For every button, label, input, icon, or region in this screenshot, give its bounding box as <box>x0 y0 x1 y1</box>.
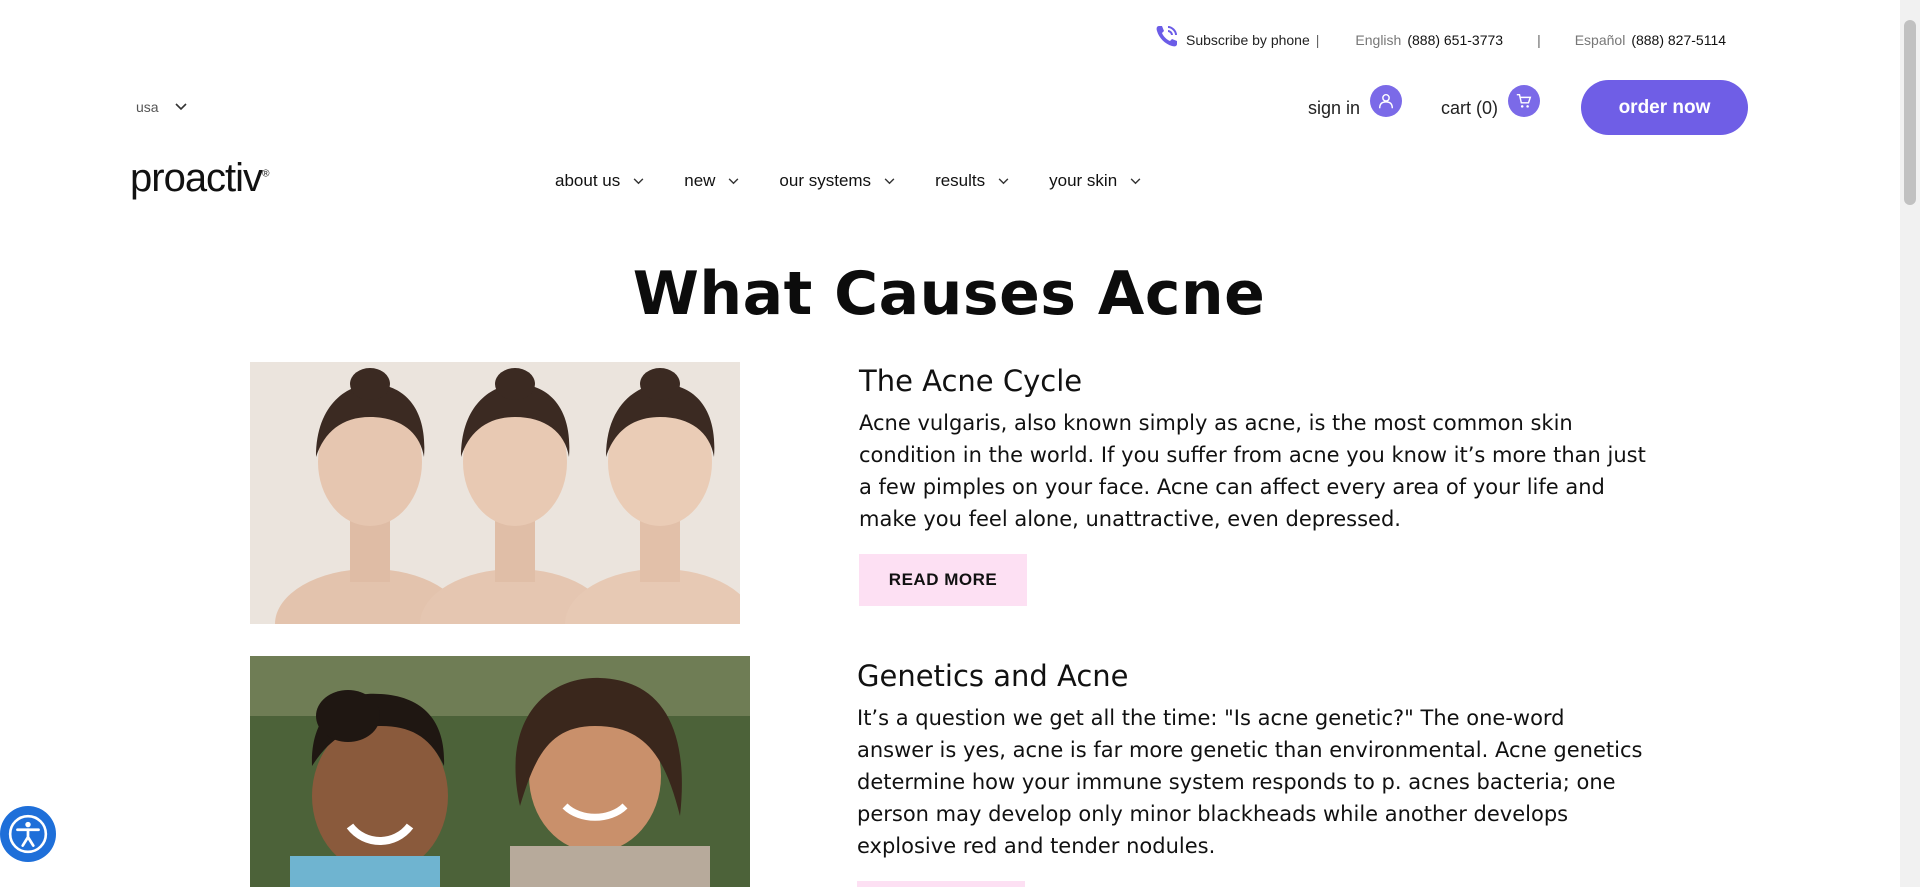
english-phone-link[interactable]: (888) 651-3773 <box>1407 32 1503 48</box>
separator: | <box>1315 32 1320 48</box>
logo[interactable]: proactiv® <box>130 156 270 201</box>
read-more-button[interactable]: READ MORE <box>859 554 1027 606</box>
sign-in-label: sign in <box>1308 97 1361 118</box>
region-selector[interactable]: usa <box>136 99 187 115</box>
chevron-down-icon <box>884 177 895 184</box>
chevron-down-icon <box>998 177 1009 184</box>
utility-bar: Subscribe by phone | English (888) 651-3… <box>1153 26 1726 53</box>
cart-label: cart (0) <box>1441 97 1499 118</box>
acne-cycle-image <box>250 362 740 624</box>
nav-item-label: your skin <box>1049 171 1118 190</box>
accessibility-button[interactable] <box>0 806 56 862</box>
spanish-label: Español <box>1574 32 1626 48</box>
main-nav: about us new our systems results your sk… <box>555 171 1181 191</box>
article-heading: The Acne Cycle <box>859 364 1083 398</box>
nav-item-label: results <box>935 171 986 190</box>
user-icon <box>1370 85 1403 117</box>
nav-item-our-systems[interactable]: our systems <box>779 171 895 191</box>
order-now-button[interactable]: order now <box>1581 80 1748 135</box>
chevron-down-icon <box>175 103 187 111</box>
nav-item-label: about us <box>555 171 621 190</box>
cart-link[interactable]: cart (0) <box>1441 85 1541 124</box>
nav-item-new[interactable]: new <box>684 171 739 191</box>
logo-text: proactiv <box>130 156 263 200</box>
subscribe-by-phone-link[interactable]: Subscribe by phone <box>1186 32 1310 48</box>
english-label: English <box>1355 32 1402 48</box>
article-body: Acne vulgaris, also known simply as acne… <box>859 411 1646 531</box>
nav-item-label: our systems <box>779 171 872 190</box>
article-body: It’s a question we get all the time: "Is… <box>857 706 1643 858</box>
accessibility-icon <box>8 814 48 854</box>
nav-item-results[interactable]: results <box>935 171 1009 191</box>
page-title: What Causes Acne <box>632 259 1266 329</box>
nav-item-label: new <box>684 171 716 190</box>
chevron-down-icon <box>1130 177 1141 184</box>
scrollbar-thumb[interactable] <box>1904 20 1916 205</box>
cart-icon <box>1508 85 1541 117</box>
nav-item-about-us[interactable]: about us <box>555 171 644 191</box>
sign-in-link[interactable]: sign in <box>1308 85 1403 124</box>
read-more-button[interactable] <box>857 881 1025 887</box>
spanish-phone-link[interactable]: (888) 827-5114 <box>1631 32 1726 48</box>
logo-mark: ® <box>262 168 269 180</box>
phone-icon <box>1153 22 1181 50</box>
region-label: usa <box>136 99 159 115</box>
genetics-image <box>250 656 750 887</box>
nav-item-your-skin[interactable]: your skin <box>1049 171 1141 191</box>
article-heading: Genetics and Acne <box>857 659 1129 693</box>
chevron-down-icon <box>729 177 739 184</box>
separator: | <box>1537 32 1541 48</box>
chevron-down-icon <box>633 177 644 184</box>
